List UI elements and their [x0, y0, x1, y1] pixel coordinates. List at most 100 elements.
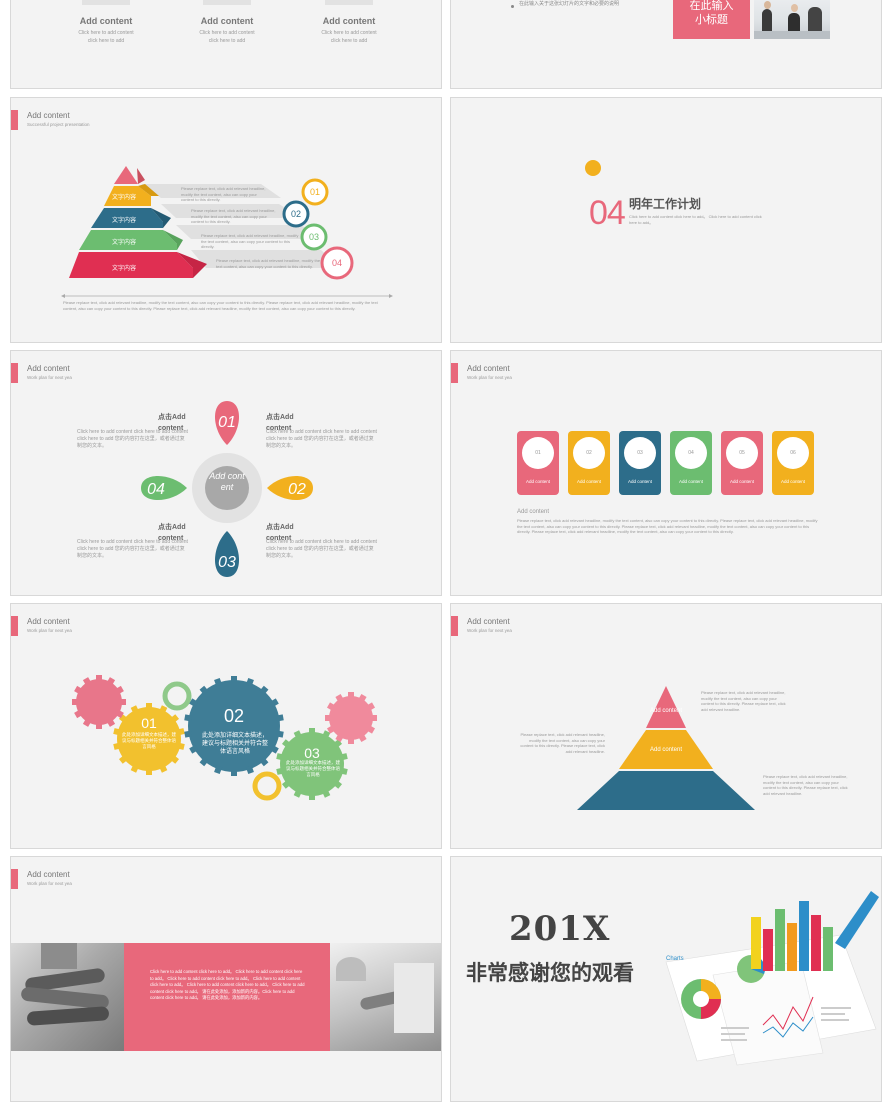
- s9-pink-panel: Click here to add content click here to …: [124, 943, 330, 1051]
- s2-business-photo: [754, 0, 830, 39]
- s5-num-01: 01: [218, 414, 236, 431]
- slide-8[interactable]: Add content Work plan for next yea Add c…: [450, 603, 882, 849]
- s3-num-03: 03: [309, 232, 319, 242]
- s2-bullet-dot: [511, 5, 514, 8]
- s1-item-2: Add content Click here to add content cl…: [182, 0, 272, 45]
- s1-item-2-line-2: click here to add: [208, 38, 246, 44]
- slide-3[interactable]: Add content Successful project presentat…: [10, 97, 442, 343]
- s5-num-04: 04: [147, 481, 165, 498]
- s7-text-02: 此处添加详细文本描述，建议与标题相关并符合整体语言风格: [201, 733, 268, 755]
- card-label: Add content: [678, 479, 704, 484]
- s4-dot: [585, 160, 601, 176]
- s7-text-01: 此处添加详细文本描述，建议与标题相关并符合整体语言风格: [122, 732, 176, 749]
- s1-item-1-image: [82, 0, 130, 5]
- card-label: Add content: [627, 479, 653, 484]
- s6-subtitle: Work plan for next yea: [467, 375, 512, 380]
- s3-layer-label-2: 文字内容: [112, 216, 136, 224]
- card-number-circle: 05: [726, 437, 758, 469]
- s4-number: 04: [589, 194, 626, 232]
- card-label: Add content: [780, 479, 806, 484]
- s6-header-bar: [451, 363, 458, 383]
- s2-box-line-2: 小标题: [695, 14, 728, 26]
- s1-item-3-line-1: Click here to add content: [321, 30, 377, 36]
- card-05[interactable]: 05 Add content: [721, 431, 763, 495]
- s3-note-4: Please replace text, click add relevant …: [216, 258, 321, 269]
- s4-line: Click here to add content click here to …: [629, 214, 762, 225]
- s3-num-01: 01: [310, 187, 320, 197]
- slide-5[interactable]: Add content Work plan for next yea 点击Add…: [10, 350, 442, 596]
- s8-mid-label: Add content: [650, 747, 682, 753]
- s8-note-right-bottom: Please replace text, click add relevant …: [763, 774, 848, 796]
- s7-gear-02: [188, 680, 280, 772]
- s8-note-left: Please replace text, click add relevant …: [520, 732, 605, 754]
- s9-photo-hands: [11, 943, 124, 1051]
- s8-note-right-top: Please replace text, click add relevant …: [701, 690, 786, 712]
- s5-num-02: 02: [288, 481, 306, 498]
- s7-num-02: 02: [224, 706, 244, 726]
- card-01[interactable]: 01 Add content: [517, 431, 559, 495]
- s10-charts-illustration: Charts: [665, 891, 879, 1066]
- s3-layer-label-3: 文字内容: [112, 238, 136, 246]
- card-04[interactable]: 04 Add content: [670, 431, 712, 495]
- s8-top-label: Add content: [650, 708, 682, 714]
- s2-bullet-text: 在此输入关于这张幻灯片的文字和必要的说明: [519, 1, 620, 7]
- card-03[interactable]: 03 Add content: [619, 431, 661, 495]
- s9-body: Click here to add content click here to …: [150, 969, 305, 1001]
- s1-item-2-image: [203, 0, 251, 5]
- s1-item-2-title: Add content: [200, 16, 254, 26]
- card-02[interactable]: 02 Add content: [568, 431, 610, 495]
- s1-item-3-image: [325, 0, 373, 5]
- card-label: Add content: [525, 479, 551, 484]
- s1-item-1-title: Add content: [79, 16, 133, 26]
- s7-gears: 01 02 03: [72, 675, 377, 801]
- s3-note-3: Please replace text, click add relevant …: [201, 233, 299, 249]
- s3-layer-top: [114, 166, 138, 184]
- s1-item-3-line-2: click here to add: [330, 38, 368, 44]
- s7-num-01: 01: [141, 715, 157, 731]
- s7-gear-pink-right: [329, 696, 373, 740]
- card-number-circle: 01: [522, 437, 554, 469]
- s8-layer-bottom: [577, 771, 755, 810]
- card-number-circle: 03: [624, 437, 656, 469]
- slide-9[interactable]: Add content Work plan for next yea Click…: [10, 856, 442, 1102]
- slide-6[interactable]: Add content Work plan for next yea 01 Add…: [450, 350, 882, 596]
- s7-gear-small-yellow: [252, 771, 282, 801]
- card-label: Add content: [729, 479, 755, 484]
- s7-gear-small-green: [162, 681, 192, 711]
- s8-layer-top: [646, 686, 686, 728]
- s9-subtitle: Work plan for next yea: [27, 881, 72, 886]
- slide-2[interactable]: 在此输入关于这张幻灯片的文字和必要的说明 在此输入 小标题: [450, 0, 882, 89]
- card-number-circle: 02: [573, 437, 605, 469]
- slide-4[interactable]: 04 明年工作计划 Click here to add content clic…: [450, 97, 882, 343]
- s6-body-title: Add content: [517, 509, 550, 515]
- s3-note-2: Please replace text, click add relevant …: [191, 208, 276, 224]
- s6-body: Please replace text, click add relevant …: [517, 518, 818, 534]
- s3-layer-label-1: 文字内容: [112, 193, 136, 201]
- s1-item-1-line-1: Click here to add content: [78, 30, 134, 36]
- s1-item-3-title: Add content: [322, 16, 376, 26]
- s5-num-03: 03: [218, 554, 236, 571]
- s1-item-1: Add content Click here to add content cl…: [61, 0, 151, 45]
- s5-center-text: Add content: [209, 471, 245, 492]
- s8-triangle: Add content Add content: [577, 686, 755, 810]
- s2-subtitle-box: 在此输入 小标题: [673, 0, 750, 39]
- s2-box-line-1: 在此输入: [689, 0, 734, 12]
- card-number-circle: 04: [675, 437, 707, 469]
- s6-title: Add content: [467, 364, 510, 373]
- s7-text-03: 此处添加详细文本描述，建议与标题相关并符合整体语言风格: [286, 760, 340, 777]
- slide-7[interactable]: Add content Work plan for next yea 01 02…: [10, 603, 442, 849]
- s1-item-3: Add content Click here to add content cl…: [304, 0, 394, 45]
- s9-header-bar: [11, 869, 18, 889]
- s7-gear-pink-left: [76, 679, 122, 725]
- s7-num-03: 03: [304, 745, 320, 761]
- slide-1[interactable]: Add content Click here to add content cl…: [10, 0, 442, 89]
- s3-num-04: 04: [332, 258, 342, 268]
- s1-item-2-line-1: Click here to add content: [199, 30, 255, 36]
- s10-chart-label: Charts: [666, 956, 684, 962]
- s3-layer-label-4: 文字内容: [112, 264, 136, 272]
- s3-note-1: Please replace text, click add relevant …: [181, 186, 266, 202]
- slide-10[interactable]: 201X 非常感谢您的观看 Charts: [450, 856, 882, 1102]
- s3-num-02: 02: [291, 209, 301, 219]
- card-06[interactable]: 06 Add content: [772, 431, 814, 495]
- s9-photo-handshake: [330, 943, 441, 1051]
